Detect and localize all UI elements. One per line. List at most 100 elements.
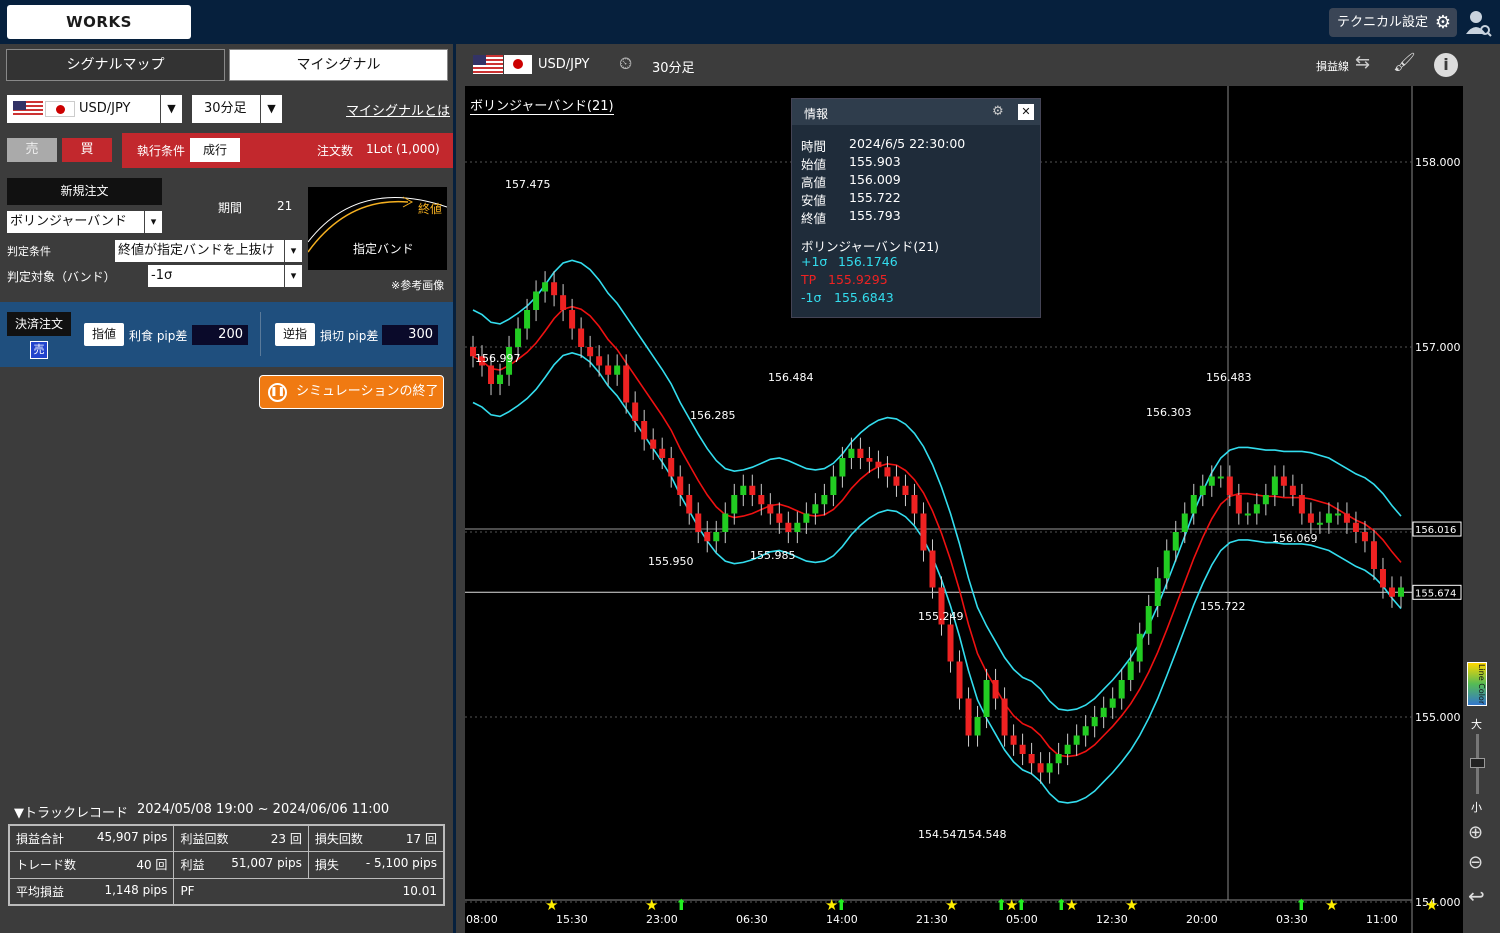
candle-body <box>614 365 621 375</box>
candle-body <box>668 458 675 477</box>
timeframe-select[interactable]: 30分足 ▼ <box>192 95 282 123</box>
up-arrow-signal-icon: ⬆ <box>1055 896 1068 914</box>
candle-body <box>1235 495 1242 514</box>
candle-body <box>677 476 684 495</box>
candle-body <box>848 448 855 458</box>
lower-band-line <box>472 351 1402 804</box>
track-label: 平均損益 <box>16 884 65 899</box>
track-value: 23 回 <box>270 832 302 847</box>
zoom-slider-handle[interactable] <box>1470 758 1485 768</box>
pair-select[interactable]: USD/JPY ▼ <box>7 95 182 123</box>
price-label: 156.069 <box>1272 532 1318 545</box>
info-icon[interactable]: i <box>1434 53 1458 77</box>
candle-body <box>839 458 846 477</box>
chevron-down-icon: ▼ <box>160 95 182 123</box>
add-chart-icon[interactable]: ⊕ <box>1468 822 1483 843</box>
chevron-down-icon: ▾ <box>284 265 302 287</box>
close-icon[interactable]: ✕ <box>1018 104 1034 120</box>
tab-my-signal[interactable]: マイシグナル <box>229 49 448 81</box>
track-value: 1,148 pips <box>104 882 168 897</box>
technical-settings-button[interactable]: テクニカル設定 ⚙ <box>1329 8 1457 37</box>
candle-body <box>551 282 558 296</box>
track-cell: 利益 51,007 pips <box>173 851 309 879</box>
judge-cond-label: 判定条件 <box>7 245 51 258</box>
candle-body <box>542 282 549 292</box>
price-line-label: 155.674 <box>1415 588 1456 599</box>
track-value: - 5,100 pips <box>365 856 437 871</box>
pl-line-label: 損益線 <box>1316 60 1349 73</box>
user-search-icon[interactable] <box>1464 8 1492 38</box>
gear-icon[interactable]: ⚙ <box>992 104 1004 119</box>
stop-label: 損切 pip差 <box>320 329 379 343</box>
candle-body <box>497 374 504 384</box>
info-row-value: 155.903 <box>849 154 901 169</box>
stop-input[interactable]: 300 <box>382 325 438 345</box>
track-value: 17 回 <box>405 832 437 847</box>
candle-body <box>578 328 585 347</box>
info-bb-plus-label: +1σ <box>801 254 828 269</box>
track-cell: 平均損益 1,148 pips <box>8 877 175 906</box>
new-order-label: 新規注文 <box>7 178 162 205</box>
star-signal-icon: ★ <box>1125 896 1138 914</box>
candle-body <box>947 624 954 662</box>
star-signal-icon: ★ <box>1325 896 1338 914</box>
paint-roller-icon[interactable]: 🖌 <box>1393 52 1416 73</box>
pause-icon: ❚❚ <box>268 383 287 402</box>
chart-pair-label: USD/JPY <box>538 57 590 72</box>
zoom-small-label: 小 <box>1471 801 1482 814</box>
candle-body <box>1217 476 1224 479</box>
line-color-button[interactable]: Line Color <box>1467 662 1487 706</box>
candle-body <box>920 513 927 551</box>
tab-signal-map[interactable]: シグナルマップ <box>6 49 225 81</box>
track-record-title[interactable]: ▼トラックレコード <box>14 802 128 821</box>
judge-target-select[interactable]: -1σ ▾ <box>148 265 302 287</box>
candle-body <box>1307 513 1314 523</box>
candle-body <box>785 522 792 532</box>
clock-icon: ⏲ <box>619 54 633 74</box>
limit-button[interactable]: 指値 <box>84 323 124 346</box>
candle-body <box>1316 522 1323 525</box>
undo-icon[interactable]: ↩ <box>1468 884 1485 908</box>
indicator-select[interactable]: ボリンジャーバンド ▾ <box>7 211 162 233</box>
x-tick-label: 08:00 <box>466 913 498 926</box>
candle-body <box>1073 735 1080 745</box>
candle-body <box>776 513 783 523</box>
judge-cond-select[interactable]: 終値が指定バンドを上抜け ▾ <box>115 240 302 262</box>
candle-body <box>713 532 720 542</box>
limit-input[interactable]: 200 <box>192 325 248 345</box>
remove-chart-icon[interactable]: ⊖ <box>1468 852 1483 873</box>
candle-body <box>893 476 900 486</box>
candle-body <box>884 467 891 477</box>
stop-button[interactable]: 逆指 <box>275 323 315 346</box>
info-bb-minus-label: -1σ <box>801 290 822 305</box>
candle-body <box>803 513 810 523</box>
candle-body <box>1001 698 1008 736</box>
price-label: 156.285 <box>690 409 736 422</box>
info-row-value: 2024/6/5 22:30:00 <box>849 136 966 151</box>
candle-body <box>1199 485 1206 495</box>
candle-body <box>821 495 828 505</box>
buy-button[interactable]: 買 <box>62 138 112 162</box>
track-value: 51,007 pips <box>231 856 302 871</box>
candle-body <box>1190 495 1197 514</box>
candle-body <box>1172 532 1179 551</box>
chevron-down-icon: ▼ <box>260 95 282 123</box>
candle-body <box>560 295 567 310</box>
candle-body <box>731 495 738 514</box>
order-qty-value[interactable]: 1Lot (1,000) <box>366 142 440 156</box>
technical-settings-label: テクニカル設定 <box>1337 15 1429 30</box>
track-row: 平均損益 1,148 pips PF 10.01 <box>8 877 444 906</box>
candle-body <box>1262 495 1269 505</box>
indicator-title[interactable]: ボリンジャーバンド(21) <box>470 95 614 115</box>
track-value: 40 回 <box>136 858 168 873</box>
price-label: 154.547 <box>918 828 964 841</box>
price-label: 155.722 <box>1200 600 1246 613</box>
pl-line-toggle-icon[interactable]: ⇆ <box>1355 52 1370 73</box>
candle-body <box>623 365 630 403</box>
sell-button[interactable]: 売 <box>7 138 57 162</box>
candle-body <box>533 291 540 310</box>
end-simulation-button[interactable]: ❚❚ シミュレーションの終了 <box>259 375 444 409</box>
about-my-signal-link[interactable]: マイシグナルとは <box>346 100 450 119</box>
exec-condition-button[interactable]: 成行 <box>190 138 240 162</box>
info-row-label: 時間 <box>801 139 827 154</box>
